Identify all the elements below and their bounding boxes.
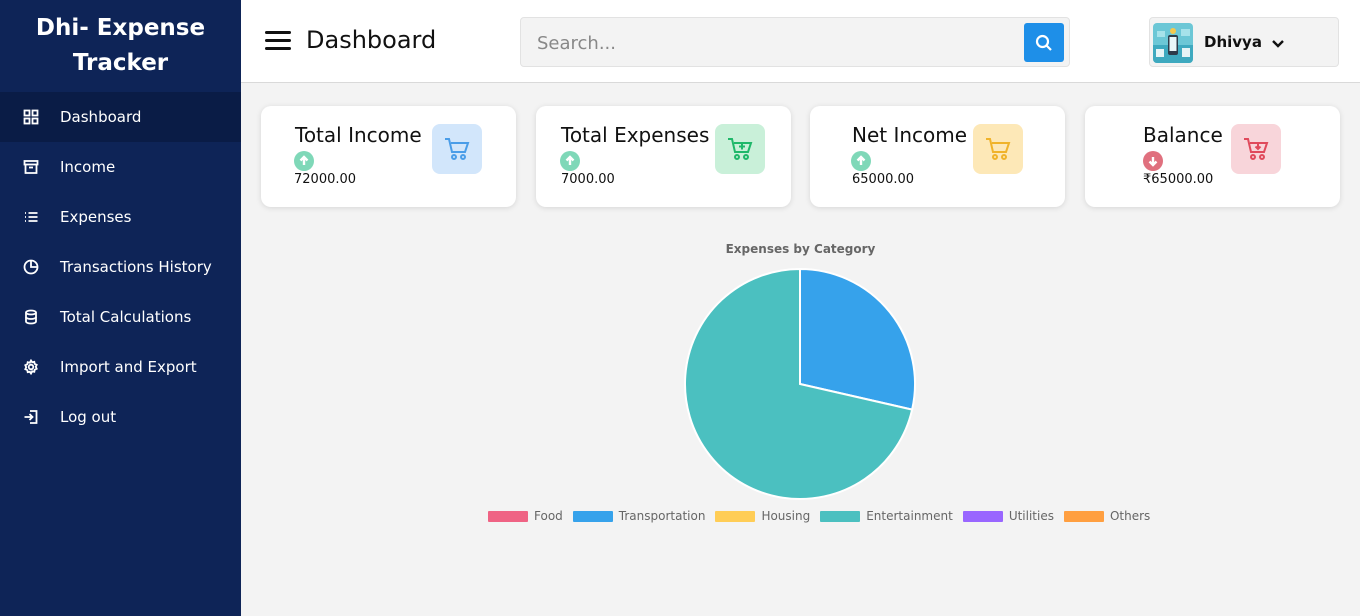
legend-label: Transportation — [618, 509, 706, 523]
sidebar-item-label: Import and Export — [60, 358, 197, 376]
legend-label: Others — [1109, 509, 1151, 523]
card-title: Total Expenses — [561, 123, 710, 147]
arrow-up-icon — [560, 151, 580, 171]
logout-icon — [22, 408, 40, 426]
card-title: Total Income — [295, 123, 422, 147]
database-icon — [22, 308, 40, 326]
card-balance: Balance ₹65000.00 — [1085, 106, 1340, 207]
arrow-up-icon — [851, 151, 871, 171]
cart-plus-icon — [715, 124, 765, 174]
legend-item-housing[interactable]: Housing — [715, 509, 810, 523]
legend-item-utilities[interactable]: Utilities — [962, 509, 1054, 523]
sidebar-item-expenses[interactable]: Expenses — [0, 192, 241, 242]
sidebar-item-logout[interactable]: Log out — [0, 392, 241, 442]
card-value: ₹65000.00 — [1143, 172, 1214, 187]
legend-swatch — [962, 510, 1003, 522]
search-input[interactable] — [537, 30, 1017, 56]
chevron-down-icon — [1270, 35, 1286, 51]
user-menu[interactable]: Dhivya — [1149, 17, 1339, 67]
search-bar — [520, 17, 1070, 67]
sidebar-item-label: Log out — [60, 408, 117, 426]
pie-chart-icon — [22, 258, 40, 276]
cart-icon — [973, 124, 1023, 174]
card-net-income: Net Income 65000.00 — [810, 106, 1065, 207]
search-icon — [1035, 34, 1052, 51]
card-total-income: Total Income 72000.00 — [261, 106, 516, 207]
list-icon — [22, 208, 40, 226]
legend-label: Housing — [761, 509, 811, 523]
sidebar-item-label: Total Calculations — [60, 308, 192, 326]
avatar — [1153, 23, 1193, 63]
archive-icon — [22, 158, 40, 176]
legend-label: Utilities — [1008, 509, 1054, 523]
app-brand: Dhi- Expense Tracker — [35, 15, 206, 76]
gear-icon — [22, 358, 40, 376]
legend-swatch — [1063, 510, 1104, 522]
legend-item-food[interactable]: Food — [488, 509, 563, 523]
expenses-pie-chart: Expenses by Category Food Transportation H… — [241, 230, 1360, 540]
sidebar: Dhi- Expense Tracker Dashboard Income Ex… — [0, 0, 241, 616]
hamburger-menu-icon[interactable] — [265, 31, 291, 53]
cart-icon — [432, 124, 482, 174]
legend-label: Food — [534, 509, 563, 523]
cart-down-icon — [1231, 124, 1281, 174]
card-value: 7000.00 — [561, 172, 615, 187]
legend-swatch — [572, 510, 613, 522]
sidebar-item-dashboard[interactable]: Dashboard — [0, 92, 241, 142]
legend-item-entertainment[interactable]: Entertainment — [820, 509, 953, 523]
legend-item-transportation[interactable]: Transportation — [572, 509, 706, 523]
grid-icon — [22, 108, 40, 126]
legend-item-others[interactable]: Others — [1063, 509, 1151, 523]
pie-chart-canvas — [684, 267, 916, 500]
sidebar-item-income[interactable]: Income — [0, 142, 241, 192]
sidebar-item-label: Transactions History — [60, 258, 212, 276]
legend-swatch — [488, 510, 528, 522]
sidebar-item-total-calculations[interactable]: Total Calculations — [0, 292, 241, 342]
card-value: 72000.00 — [294, 172, 357, 187]
search-button[interactable] — [1024, 23, 1064, 62]
card-total-expenses: Total Expenses 7000.00 — [536, 106, 791, 207]
page-title: Dashboard — [306, 26, 437, 54]
sidebar-item-label: Dashboard — [60, 108, 142, 126]
arrow-down-icon — [1143, 151, 1163, 171]
user-name: Dhivya — [1204, 33, 1262, 51]
card-title: Net Income — [852, 123, 968, 147]
legend-swatch — [820, 510, 861, 522]
sidebar-item-import-export[interactable]: Import and Export — [0, 342, 241, 392]
legend-swatch — [715, 510, 756, 522]
card-title: Balance — [1143, 123, 1223, 147]
chart-legend: Food Transportation Housing Entertainment Ut… — [488, 509, 1150, 523]
sidebar-item-transactions-history[interactable]: Transactions History — [0, 242, 241, 292]
sidebar-item-label: Income — [60, 158, 116, 176]
card-value: 65000.00 — [852, 172, 915, 187]
sidebar-item-label: Expenses — [60, 208, 132, 226]
top-header: Dashboard Dhivya — [241, 0, 1360, 83]
legend-label: Entertainment — [866, 509, 953, 523]
arrow-up-icon — [294, 151, 314, 171]
